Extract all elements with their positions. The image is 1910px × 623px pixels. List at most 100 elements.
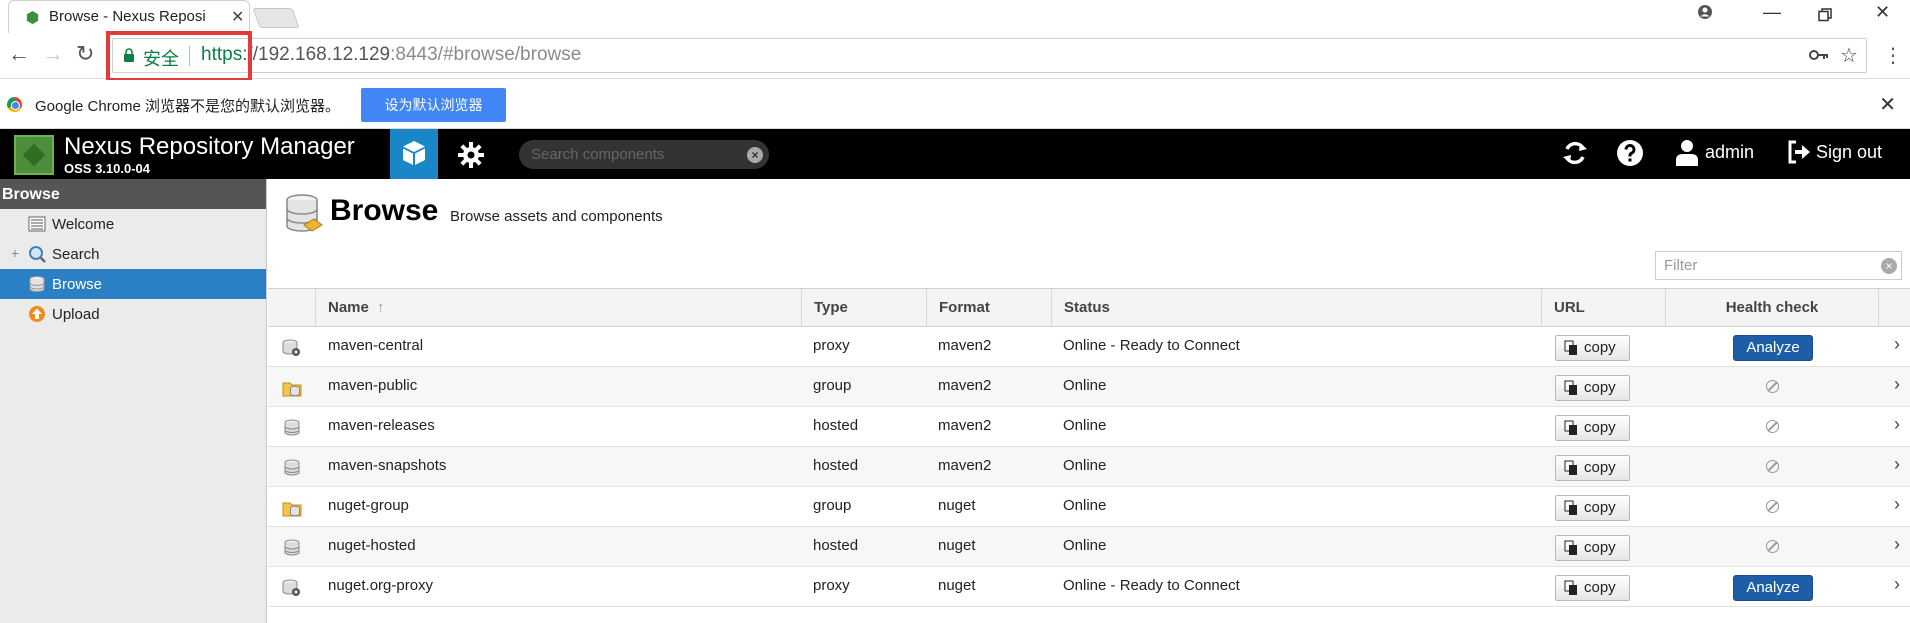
copy-url-button[interactable]: copy — [1555, 375, 1630, 401]
format-column-header[interactable]: Format — [926, 289, 1051, 327]
chevron-right-icon[interactable]: › — [1894, 454, 1900, 475]
chevron-right-icon[interactable]: › — [1894, 374, 1900, 395]
url-column-header[interactable]: URL — [1541, 289, 1665, 327]
nexus-favicon-icon — [26, 10, 39, 25]
expand-plus-icon[interactable]: + — [11, 245, 19, 261]
name-column-header[interactable]: Name ↑ — [315, 289, 801, 327]
sidebar-item-welcome[interactable]: Welcome — [0, 209, 266, 239]
chevron-right-icon[interactable]: › — [1894, 494, 1900, 515]
table-row[interactable]: maven-public group maven2 Online copy › — [268, 367, 1910, 407]
table-row[interactable]: maven-central proxy maven2 Online - Ready t… — [268, 327, 1910, 367]
copy-icon — [1564, 460, 1578, 480]
chevron-right-icon[interactable]: › — [1894, 414, 1900, 435]
browse-mode-button[interactable] — [390, 129, 438, 179]
hosted-repository-icon — [282, 459, 302, 481]
type-column-header[interactable]: Type — [801, 289, 926, 327]
not-available-icon — [1766, 420, 1779, 433]
new-tab-button[interactable] — [252, 8, 300, 28]
nexus-logo-icon[interactable] — [14, 135, 54, 175]
copy-url-button[interactable]: copy — [1555, 455, 1630, 481]
filter-input[interactable]: Filter × — [1655, 251, 1902, 280]
page-subtitle: Browse assets and components — [450, 208, 663, 225]
sidebar-item-browse[interactable]: Browse — [0, 269, 266, 299]
user-name[interactable]: admin — [1705, 142, 1754, 163]
sidebar-item-upload[interactable]: Upload — [0, 299, 266, 329]
sidebar-item-search[interactable]: + Search — [0, 239, 266, 269]
repository-format: nuget — [938, 537, 976, 554]
address-bar[interactable]: 安全 https://192.168.12.129:8443/#browse/b… — [112, 38, 1867, 73]
copy-url-button[interactable]: copy — [1555, 335, 1630, 361]
sidebar: Browse Welcome + Search Browse Upload — [0, 179, 267, 623]
minimize-icon[interactable]: — — [1763, 2, 1781, 23]
default-browser-infobar: Google Chrome 浏览器不是您的默认浏览器。 设为默认浏览器 ✕ — [0, 80, 1910, 129]
url-text[interactable]: https://192.168.12.129:8443/#browse/brow… — [201, 44, 581, 66]
forward-arrow-icon[interactable]: → — [42, 41, 64, 67]
repository-status: Online — [1063, 377, 1107, 394]
search-clear-icon[interactable]: × — [747, 147, 763, 163]
repository-type: hosted — [813, 457, 859, 474]
table-row[interactable]: maven-releases hosted maven2 Online copy › — [268, 407, 1910, 447]
user-icon[interactable] — [1675, 139, 1699, 167]
proxy-repository-icon — [282, 339, 302, 361]
group-repository-icon — [282, 379, 302, 401]
infobar-close-icon[interactable]: ✕ — [1879, 92, 1896, 117]
repositories-table: Name ↑ Type Format Status URL Health che… — [268, 288, 1910, 607]
component-search-input[interactable]: Search components × — [519, 140, 769, 169]
sidebar-item-label: Search — [52, 246, 100, 263]
repository-name: maven-snapshots — [328, 457, 447, 474]
copy-icon — [1564, 540, 1578, 560]
database-icon — [286, 194, 323, 232]
table-body: maven-central proxy maven2 Online - Ready t… — [268, 327, 1910, 607]
chevron-right-icon[interactable]: › — [1894, 534, 1900, 555]
filter-clear-icon[interactable]: × — [1881, 258, 1897, 274]
copy-url-button[interactable]: copy — [1555, 415, 1630, 441]
reload-icon[interactable]: ↻ — [76, 41, 94, 67]
app-title: Nexus Repository Manager — [64, 133, 355, 160]
sidebar-item-label: Welcome — [52, 216, 115, 233]
browser-tab[interactable]: Browse - Nexus Reposi ✕ — [8, 0, 250, 33]
back-arrow-icon[interactable]: ← — [8, 41, 30, 67]
refresh-icon[interactable] — [1561, 139, 1589, 167]
copy-url-button[interactable]: copy — [1555, 535, 1630, 561]
chevron-right-icon[interactable]: › — [1894, 334, 1900, 355]
not-available-icon — [1766, 540, 1779, 553]
table-header: Name ↑ Type Format Status URL Health che… — [268, 288, 1910, 327]
status-column-header[interactable]: Status — [1051, 289, 1541, 327]
restore-icon[interactable] — [1818, 8, 1832, 22]
sign-out-icon[interactable] — [1786, 139, 1812, 165]
repository-name: nuget.org-proxy — [328, 577, 434, 594]
table-row[interactable]: nuget-hosted hosted nuget Online copy › — [268, 527, 1910, 567]
copy-label: copy — [1584, 499, 1616, 516]
copy-url-button[interactable]: copy — [1555, 575, 1630, 601]
health-check-column-header[interactable]: Health check — [1665, 289, 1878, 327]
set-default-browser-button[interactable]: 设为默认浏览器 — [361, 88, 506, 122]
table-row[interactable]: nuget-group group nuget Online copy › — [268, 487, 1910, 527]
repository-type: group — [813, 497, 852, 514]
browser-menu-icon[interactable]: ⋮ — [1883, 43, 1903, 68]
copy-icon — [1564, 380, 1578, 400]
key-icon[interactable] — [1809, 49, 1829, 61]
filter-placeholder: Filter — [1664, 257, 1698, 274]
tab-title: Browse - Nexus Reposi — [49, 8, 206, 25]
page-title: Browse — [330, 194, 439, 227]
help-icon[interactable] — [1616, 139, 1644, 167]
sidebar-heading: Browse — [0, 179, 266, 209]
window-close-icon[interactable]: ✕ — [1875, 2, 1890, 23]
bookmark-star-icon[interactable]: ☆ — [1840, 43, 1858, 68]
repository-status: Online — [1063, 537, 1107, 554]
copy-url-button[interactable]: copy — [1555, 495, 1630, 521]
copy-icon — [1564, 500, 1578, 520]
profile-icon[interactable] — [1697, 4, 1713, 20]
table-row[interactable]: maven-snapshots hosted maven2 Online copy › — [268, 447, 1910, 487]
url-port: :8443 — [390, 44, 438, 65]
analyze-button[interactable]: Analyze — [1733, 575, 1813, 601]
gear-icon[interactable] — [457, 141, 485, 169]
group-repository-icon — [282, 499, 302, 521]
analyze-button[interactable]: Analyze — [1733, 335, 1813, 361]
repository-type: hosted — [813, 417, 859, 434]
chevron-right-icon[interactable]: › — [1894, 574, 1900, 595]
tab-close-icon[interactable]: ✕ — [231, 7, 244, 27]
sign-out-link[interactable]: Sign out — [1816, 142, 1882, 163]
table-row[interactable]: nuget.org-proxy proxy nuget Online - Ready … — [268, 567, 1910, 607]
repository-name: maven-central — [328, 337, 424, 354]
